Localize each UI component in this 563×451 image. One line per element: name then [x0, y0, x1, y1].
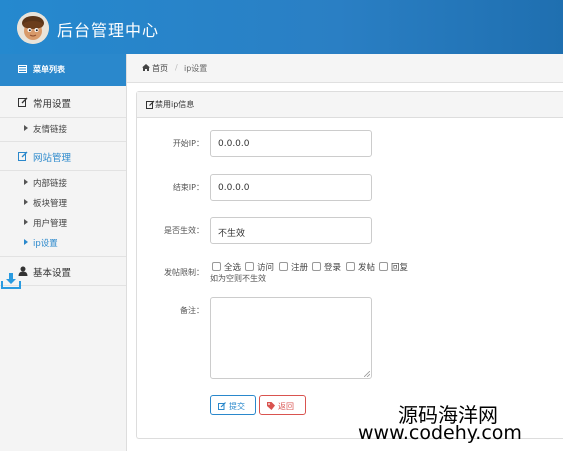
note-textarea[interactable] — [210, 297, 372, 379]
list-icon — [18, 65, 27, 73]
sidebar: 菜单列表 常用设置 友情链接 网站管理 内部链接 板块管理 用户管理 ip设置 — [0, 54, 127, 451]
avatar — [17, 12, 49, 44]
breadcrumb: 首页 / ip设置 — [127, 54, 563, 83]
edit-icon — [18, 97, 28, 107]
submit-button[interactable]: 提交 — [210, 395, 256, 415]
panel-title: 禁用ip信息 — [155, 100, 195, 109]
home-icon — [142, 64, 150, 71]
restriction-hint: 如为空则不生效 — [210, 274, 266, 283]
start-ip-input[interactable]: 0.0.0.0 — [210, 130, 372, 157]
sidebar-group-site-management[interactable]: 网站管理 — [0, 142, 126, 170]
sidebar-group-label: 基本设置 — [33, 268, 72, 279]
top-header: 后台管理中心 — [0, 0, 563, 54]
checkbox-select-all[interactable] — [212, 262, 221, 271]
sidebar-group-common-settings[interactable]: 常用设置 — [0, 88, 126, 116]
caret-right-icon — [24, 199, 28, 205]
caret-right-icon — [24, 125, 28, 131]
app-title: 后台管理中心 — [57, 21, 160, 40]
checkbox-post[interactable] — [346, 262, 355, 271]
edit-icon — [218, 402, 226, 410]
note-label: 备注： — [180, 306, 204, 315]
sidebar-item-label: ip设置 — [33, 239, 58, 249]
watermark-url: www.codehy.com — [358, 422, 522, 444]
back-button-label: 返回 — [278, 402, 294, 411]
submit-button-label: 提交 — [229, 402, 245, 411]
edit-icon — [146, 100, 155, 109]
sidebar-item-label: 内部链接 — [33, 179, 68, 189]
checkbox-label: 全选 — [224, 263, 242, 273]
resize-grip-icon[interactable] — [364, 371, 370, 377]
checkbox-label: 访问 — [257, 263, 275, 273]
checkbox-label: 发帖 — [358, 263, 376, 273]
checkbox-login[interactable] — [312, 262, 321, 271]
caret-right-icon — [24, 219, 28, 225]
sidebar-header-label: 菜单列表 — [33, 65, 65, 74]
end-ip-input[interactable]: 0.0.0.0 — [210, 174, 372, 201]
end-ip-label: 结束IP： — [172, 183, 204, 192]
divider — [0, 117, 126, 118]
sidebar-group-label: 网站管理 — [33, 153, 72, 164]
post-restriction-label: 发帖限制： — [164, 268, 204, 277]
back-button[interactable]: 返回 — [259, 395, 306, 415]
sidebar-item-ip-settings[interactable]: ip设置 — [0, 234, 126, 252]
sidebar-item-label: 板块管理 — [33, 199, 68, 209]
sidebar-group-label: 常用设置 — [33, 99, 72, 110]
breadcrumb-separator: / — [175, 63, 178, 72]
breadcrumb-current: ip设置 — [184, 64, 208, 73]
checkbox-label: 注册 — [291, 263, 309, 273]
checkbox-reply[interactable] — [379, 262, 388, 271]
sidebar-item-user-management[interactable]: 用户管理 — [0, 214, 126, 232]
checkbox-register[interactable] — [279, 262, 288, 271]
start-ip-label: 开始IP： — [172, 139, 204, 148]
sidebar-header: 菜单列表 — [0, 54, 126, 86]
checkbox-label: 登录 — [324, 263, 342, 273]
effective-label: 是否生效： — [164, 226, 204, 235]
checkbox-label: 回复 — [391, 263, 409, 273]
panel-header: 禁用ip信息 — [137, 92, 563, 118]
sidebar-item-label: 用户管理 — [33, 219, 68, 229]
end-ip-value: 0.0.0.0 — [218, 183, 250, 193]
caret-right-icon — [24, 179, 28, 185]
start-ip-value: 0.0.0.0 — [218, 139, 250, 149]
sidebar-item-label: 友情链接 — [33, 125, 68, 135]
tag-icon — [267, 402, 275, 410]
effective-value: 不生效 — [218, 229, 246, 239]
download-icon — [1, 273, 21, 289]
breadcrumb-home-link[interactable]: 首页 — [152, 63, 168, 74]
sidebar-item-internal-links[interactable]: 内部链接 — [0, 174, 126, 192]
divider — [0, 170, 126, 171]
sidebar-item-friend-links[interactable]: 友情链接 — [0, 120, 126, 138]
edit-icon — [18, 151, 28, 161]
effective-select[interactable]: 不生效 — [210, 217, 372, 244]
checkbox-visit[interactable] — [245, 262, 254, 271]
caret-right-icon — [24, 239, 28, 245]
sidebar-item-section-management[interactable]: 板块管理 — [0, 194, 126, 212]
